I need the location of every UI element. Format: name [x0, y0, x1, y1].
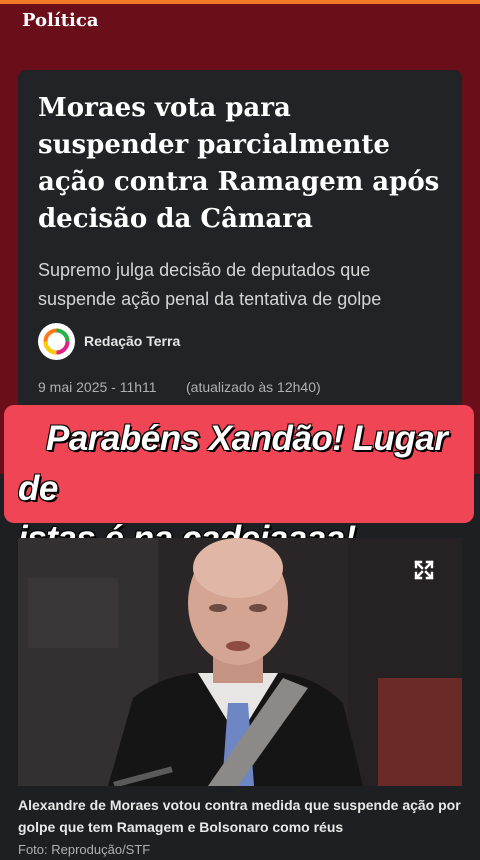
author-name[interactable]: Redação Terra [84, 333, 180, 349]
expand-icon[interactable] [412, 558, 436, 582]
photo-caption: Alexandre de Moraes votou contra medida … [18, 797, 461, 835]
publish-date: 9 mai 2025 - 11h11 [38, 379, 157, 395]
article-headline: Moraes vota para suspender parcialmente … [38, 93, 440, 234]
photo-credit: Foto: Reprodução/STF [18, 842, 151, 857]
overlay-line-1: Parabéns Xandão! Lugar de [18, 419, 448, 508]
article-subhead: Supremo julga decisão de deputados que s… [38, 260, 382, 309]
section-label[interactable]: Política [22, 10, 99, 31]
updated-date: (atualizado às 12h40) [186, 379, 321, 395]
article-photo[interactable] [18, 538, 462, 786]
terra-logo-icon[interactable] [38, 323, 75, 360]
